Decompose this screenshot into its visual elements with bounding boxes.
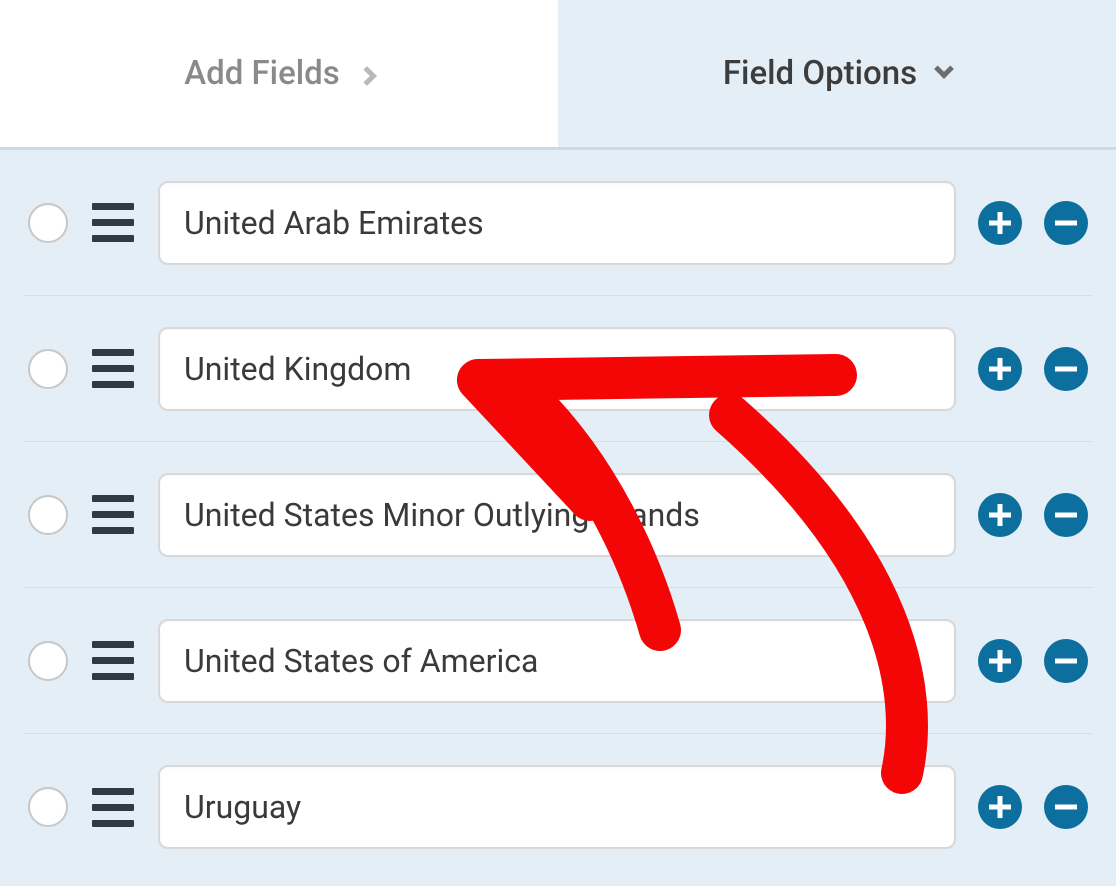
tab-field-options[interactable]: Field Options xyxy=(558,0,1116,147)
remove-choice-button[interactable] xyxy=(1044,785,1088,829)
add-choice-button[interactable] xyxy=(978,347,1022,391)
add-choice-button[interactable] xyxy=(978,493,1022,537)
default-radio[interactable] xyxy=(28,495,68,535)
choices-list xyxy=(0,150,1116,880)
remove-choice-button[interactable] xyxy=(1044,493,1088,537)
remove-choice-button[interactable] xyxy=(1044,639,1088,683)
option-row xyxy=(24,734,1092,880)
drag-handle-icon[interactable] xyxy=(90,495,136,534)
chevron-down-icon xyxy=(934,59,954,79)
drag-handle-icon[interactable] xyxy=(90,641,136,680)
choice-label-input[interactable] xyxy=(158,181,956,265)
choice-label-input[interactable] xyxy=(158,765,956,849)
row-actions xyxy=(978,347,1088,391)
add-choice-button[interactable] xyxy=(978,785,1022,829)
remove-choice-button[interactable] xyxy=(1044,347,1088,391)
add-choice-button[interactable] xyxy=(978,201,1022,245)
default-radio[interactable] xyxy=(28,349,68,389)
choice-label-input[interactable] xyxy=(158,619,956,703)
option-row xyxy=(24,442,1092,588)
row-actions xyxy=(978,201,1088,245)
add-choice-button[interactable] xyxy=(978,639,1022,683)
option-row xyxy=(24,296,1092,442)
default-radio[interactable] xyxy=(28,787,68,827)
option-row xyxy=(24,150,1092,296)
drag-handle-icon[interactable] xyxy=(90,349,136,388)
default-radio[interactable] xyxy=(28,203,68,243)
choice-label-input[interactable] xyxy=(158,327,956,411)
chevron-right-icon xyxy=(357,66,377,86)
tab-add-fields-label: Add Fields xyxy=(184,54,340,93)
drag-handle-icon[interactable] xyxy=(90,203,136,242)
option-row xyxy=(24,588,1092,734)
drag-handle-icon[interactable] xyxy=(90,788,136,827)
tab-add-fields[interactable]: Add Fields xyxy=(0,0,558,147)
remove-choice-button[interactable] xyxy=(1044,201,1088,245)
default-radio[interactable] xyxy=(28,641,68,681)
tab-field-options-label: Field Options xyxy=(723,54,917,93)
row-actions xyxy=(978,785,1088,829)
tab-bar: Add Fields Field Options xyxy=(0,0,1116,150)
row-actions xyxy=(978,493,1088,537)
choice-label-input[interactable] xyxy=(158,473,956,557)
row-actions xyxy=(978,639,1088,683)
